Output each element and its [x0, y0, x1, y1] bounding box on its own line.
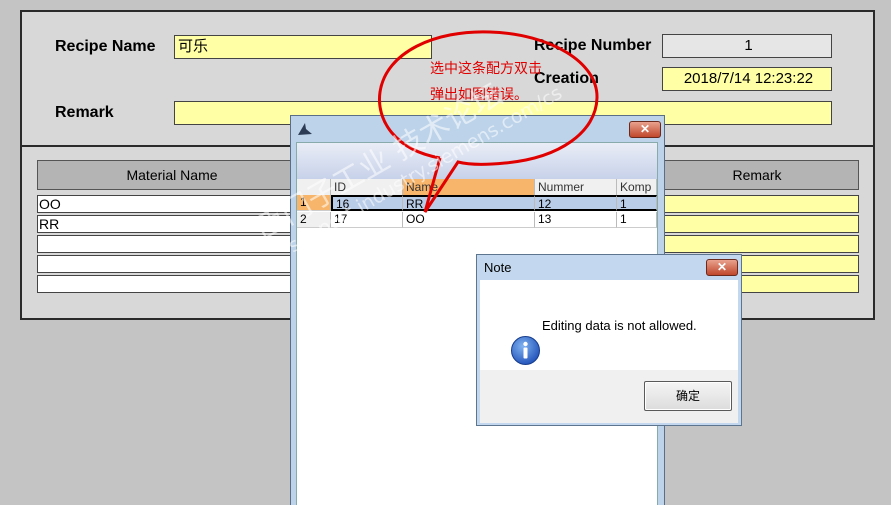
creation-label: Creation [534, 70, 599, 87]
creation-field[interactable]: 2018/7/14 12:23:22 [662, 67, 832, 91]
selection-window-toolbar [297, 143, 657, 179]
note-dialog-body: Editing data is not allowed. [480, 280, 738, 370]
cell-id: 16 [331, 195, 403, 211]
material-row[interactable]: OO [37, 195, 307, 213]
cell-komp: 1 [617, 212, 657, 228]
cell-komp: 1 [617, 195, 657, 211]
selection-window-titlebar[interactable]: ✕ [291, 116, 664, 142]
grid-header-id[interactable]: ID [331, 179, 403, 195]
cell-id: 17 [331, 212, 403, 228]
material-row[interactable] [37, 235, 307, 253]
cell-name: RR [403, 195, 535, 211]
material-remark-cell[interactable] [655, 235, 859, 253]
grid-header-komp[interactable]: Komp [617, 179, 657, 195]
cell-nummer: 12 [535, 195, 617, 211]
cell-nummer: 13 [535, 212, 617, 228]
note-dialog-title: Note [484, 260, 512, 275]
annotation-line-2: 弹出如图错误。 [430, 87, 528, 103]
selection-window-close-button[interactable]: ✕ [629, 121, 661, 138]
grid-header-nummer[interactable]: Nummer [535, 179, 617, 195]
material-name-header: Material Name [37, 160, 307, 190]
grid-corner [297, 179, 331, 195]
note-dialog-close-button[interactable]: ✕ [706, 259, 738, 276]
recipe-name-label: Recipe Name [55, 38, 156, 55]
app-logo-icon [298, 123, 312, 135]
remark-label: Remark [55, 104, 114, 121]
row-number: 1 [297, 195, 331, 211]
recipe-number-field[interactable]: 1 [662, 34, 832, 58]
note-dialog-message: Editing data is not allowed. [542, 318, 697, 333]
cell-name: OO [403, 212, 535, 228]
grid-header-name[interactable]: Name [403, 179, 535, 195]
recipe-number-label: Recipe Number [534, 37, 652, 54]
material-row[interactable] [37, 255, 307, 273]
recipe-name-field[interactable]: 可乐 [174, 35, 432, 59]
ok-button[interactable]: 确定 [644, 381, 732, 411]
material-row[interactable] [37, 275, 307, 293]
row-number: 2 [297, 212, 331, 228]
annotation-line-1: 选中这条配方双击 [430, 61, 542, 77]
material-row[interactable]: RR [37, 215, 307, 233]
material-remark-cell[interactable] [655, 195, 859, 213]
info-icon [511, 336, 540, 365]
material-remark-header: Remark [655, 160, 859, 190]
material-remark-cell[interactable] [655, 215, 859, 233]
